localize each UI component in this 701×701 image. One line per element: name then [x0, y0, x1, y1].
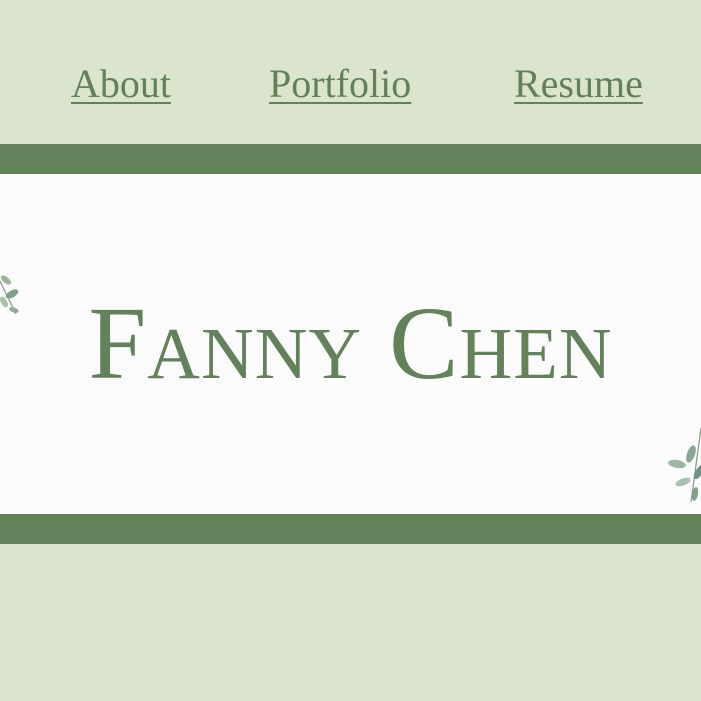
portfolio-page: About Portfolio Resume Fanny Chen: [0, 0, 701, 701]
top-navigation: About Portfolio Resume: [0, 0, 701, 144]
hero-name-title: Fanny Chen: [88, 286, 613, 401]
footer-divider-band: [0, 514, 701, 544]
nav-link-portfolio[interactable]: Portfolio: [269, 58, 411, 110]
header-divider-band: [0, 144, 701, 174]
eucalyptus-leaf-icon: [668, 427, 701, 503]
nav-link-resume[interactable]: Resume: [514, 58, 643, 110]
hero-banner: Fanny Chen: [0, 174, 701, 514]
nav-link-about[interactable]: About: [71, 58, 171, 110]
